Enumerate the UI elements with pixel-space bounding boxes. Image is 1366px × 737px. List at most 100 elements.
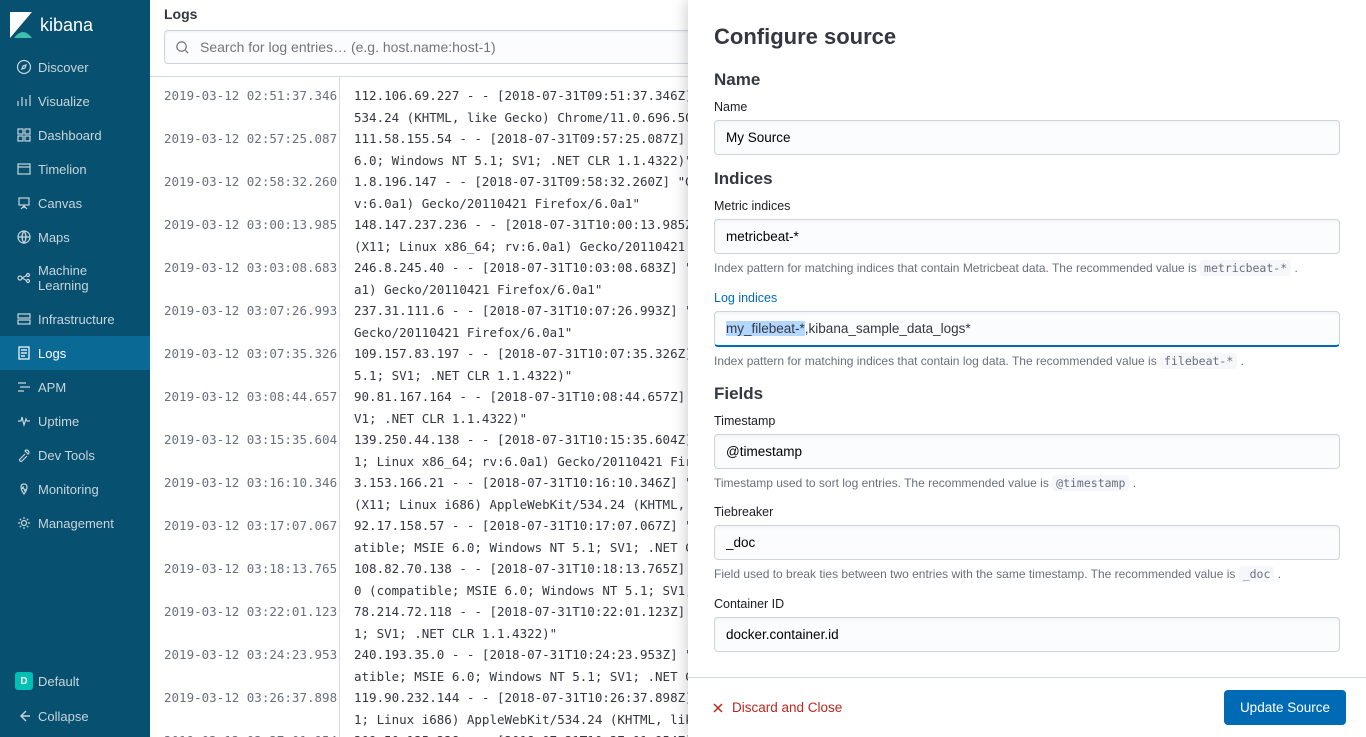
log-timestamp: 2019-03-12 03:22:01.123 (150, 601, 339, 623)
nav-maps[interactable]: Maps (0, 220, 150, 254)
timestamp-help: Timestamp used to sort log entries. The … (714, 475, 1340, 492)
nav-dashboard[interactable]: Dashboard (0, 118, 150, 152)
grid-icon (10, 127, 38, 143)
log-timestamp: 2019-03-12 02:57:25.087 (150, 128, 339, 150)
space-label: Default (38, 674, 140, 689)
log-timestamp: 2019-03-12 03:26:37.898 (150, 687, 339, 709)
log-timestamp (150, 709, 339, 731)
nav-monitoring[interactable]: Monitoring (0, 472, 150, 506)
log-timestamp (150, 322, 339, 344)
nav-management[interactable]: Management (0, 506, 150, 540)
nav-apm[interactable]: APM (0, 370, 150, 404)
log-timestamp (150, 150, 339, 172)
section-name: Name (714, 70, 1340, 90)
sidebar-footer: D Default Collapse (0, 663, 150, 737)
ml-icon (10, 270, 38, 286)
collapse-button[interactable]: Collapse (0, 699, 150, 733)
nav-devtools[interactable]: Dev Tools (0, 438, 150, 472)
close-icon (712, 702, 724, 714)
main: Logs 2019-03-12 02:51:37.346 2019-03-12 … (150, 0, 1366, 737)
log-timestamp (150, 193, 339, 215)
flyout-title: Configure source (714, 24, 1340, 50)
container-id-input[interactable] (714, 617, 1340, 652)
nav-infrastructure[interactable]: Infrastructure (0, 302, 150, 336)
brand-logo[interactable]: kibana (0, 0, 150, 50)
log-timestamp: 2019-03-12 03:08:44.657 (150, 386, 339, 408)
space-badge: D (10, 672, 38, 690)
nav-label: APM (38, 380, 140, 395)
configure-source-flyout: Configure source Name Name Indices Metri… (688, 0, 1366, 737)
nav-label: Canvas (38, 196, 140, 211)
log-timestamp (150, 107, 339, 129)
timestamp-label: Timestamp (714, 414, 1340, 428)
log-timestamp: 2019-03-12 03:16:10.346 (150, 472, 339, 494)
tiebreaker-input[interactable] (714, 525, 1340, 560)
bar-chart-icon (10, 93, 38, 109)
sidebar: kibana Discover Visualize Dashboard Time… (0, 0, 150, 737)
nav-discover[interactable]: Discover (0, 50, 150, 84)
nav-label: Machine Learning (38, 263, 140, 293)
nav-visualize[interactable]: Visualize (0, 84, 150, 118)
log-indices-label: Log indices (714, 291, 1340, 305)
log-indices-help: Index pattern for matching indices that … (714, 353, 1340, 370)
collapse-label: Collapse (38, 709, 140, 724)
section-indices: Indices (714, 169, 1340, 189)
nav-label: Timelion (38, 162, 140, 177)
log-timestamp: 2019-03-12 03:07:26.993 (150, 300, 339, 322)
nav-logs[interactable]: Logs (0, 336, 150, 370)
container-id-label: Container ID (714, 597, 1340, 611)
nav-label: Dashboard (38, 128, 140, 143)
arrow-left-icon (10, 708, 38, 724)
compass-icon (10, 59, 38, 75)
nav-label: Visualize (38, 94, 140, 109)
gear-icon (10, 515, 38, 531)
nav-label: Management (38, 516, 140, 531)
log-timestamp (150, 236, 339, 258)
wrench-icon (10, 447, 38, 463)
log-timestamp (150, 365, 339, 387)
timestamp-input[interactable] (714, 434, 1340, 469)
section-fields: Fields (714, 384, 1340, 404)
nav: Discover Visualize Dashboard Timelion Ca… (0, 50, 150, 663)
nav-ml[interactable]: Machine Learning (0, 254, 150, 302)
log-timestamp (150, 537, 339, 559)
nav-canvas[interactable]: Canvas (0, 186, 150, 220)
log-timestamp: 2019-03-12 03:15:35.604 (150, 429, 339, 451)
flyout-body: Configure source Name Name Indices Metri… (688, 0, 1366, 677)
log-timestamp: 2019-03-12 02:58:32.260 (150, 171, 339, 193)
logs-icon (10, 345, 38, 361)
kibana-logo-icon (10, 12, 32, 38)
tiebreaker-help: Field used to break ties between two ent… (714, 566, 1340, 583)
nav-label: Discover (38, 60, 140, 75)
name-input[interactable] (714, 120, 1340, 155)
easel-icon (10, 195, 38, 211)
globe-icon (10, 229, 38, 245)
nav-timelion[interactable]: Timelion (0, 152, 150, 186)
log-timestamp: 2019-03-12 03:18:13.765 (150, 558, 339, 580)
log-timestamp (150, 408, 339, 430)
log-timestamp (150, 494, 339, 516)
brand-text: kibana (40, 15, 93, 36)
apm-icon (10, 379, 38, 395)
server-icon (10, 311, 38, 327)
update-source-button[interactable]: Update Source (1224, 690, 1346, 725)
nav-label: Infrastructure (38, 312, 140, 327)
log-timestamp: 2019-03-12 03:07:35.326 (150, 343, 339, 365)
metric-indices-help: Index pattern for matching indices that … (714, 260, 1340, 277)
log-timestamp (150, 666, 339, 688)
timestamp-column: 2019-03-12 02:51:37.346 2019-03-12 02:57… (150, 77, 340, 737)
log-indices-input[interactable]: my_filebeat-*,kibana_sample_data_logs* (714, 311, 1340, 347)
name-label: Name (714, 100, 1340, 114)
nav-label: Maps (38, 230, 140, 245)
nav-label: Monitoring (38, 482, 140, 497)
discard-close-button[interactable]: Discard and Close (708, 694, 846, 721)
nav-label: Uptime (38, 414, 140, 429)
timeline-icon (10, 161, 38, 177)
space-selector[interactable]: D Default (0, 663, 150, 699)
nav-uptime[interactable]: Uptime (0, 404, 150, 438)
nav-label: Dev Tools (38, 448, 140, 463)
metric-indices-input[interactable] (714, 219, 1340, 254)
metric-indices-label: Metric indices (714, 199, 1340, 213)
log-timestamp: 2019-03-12 03:03:08.683 (150, 257, 339, 279)
log-timestamp (150, 451, 339, 473)
